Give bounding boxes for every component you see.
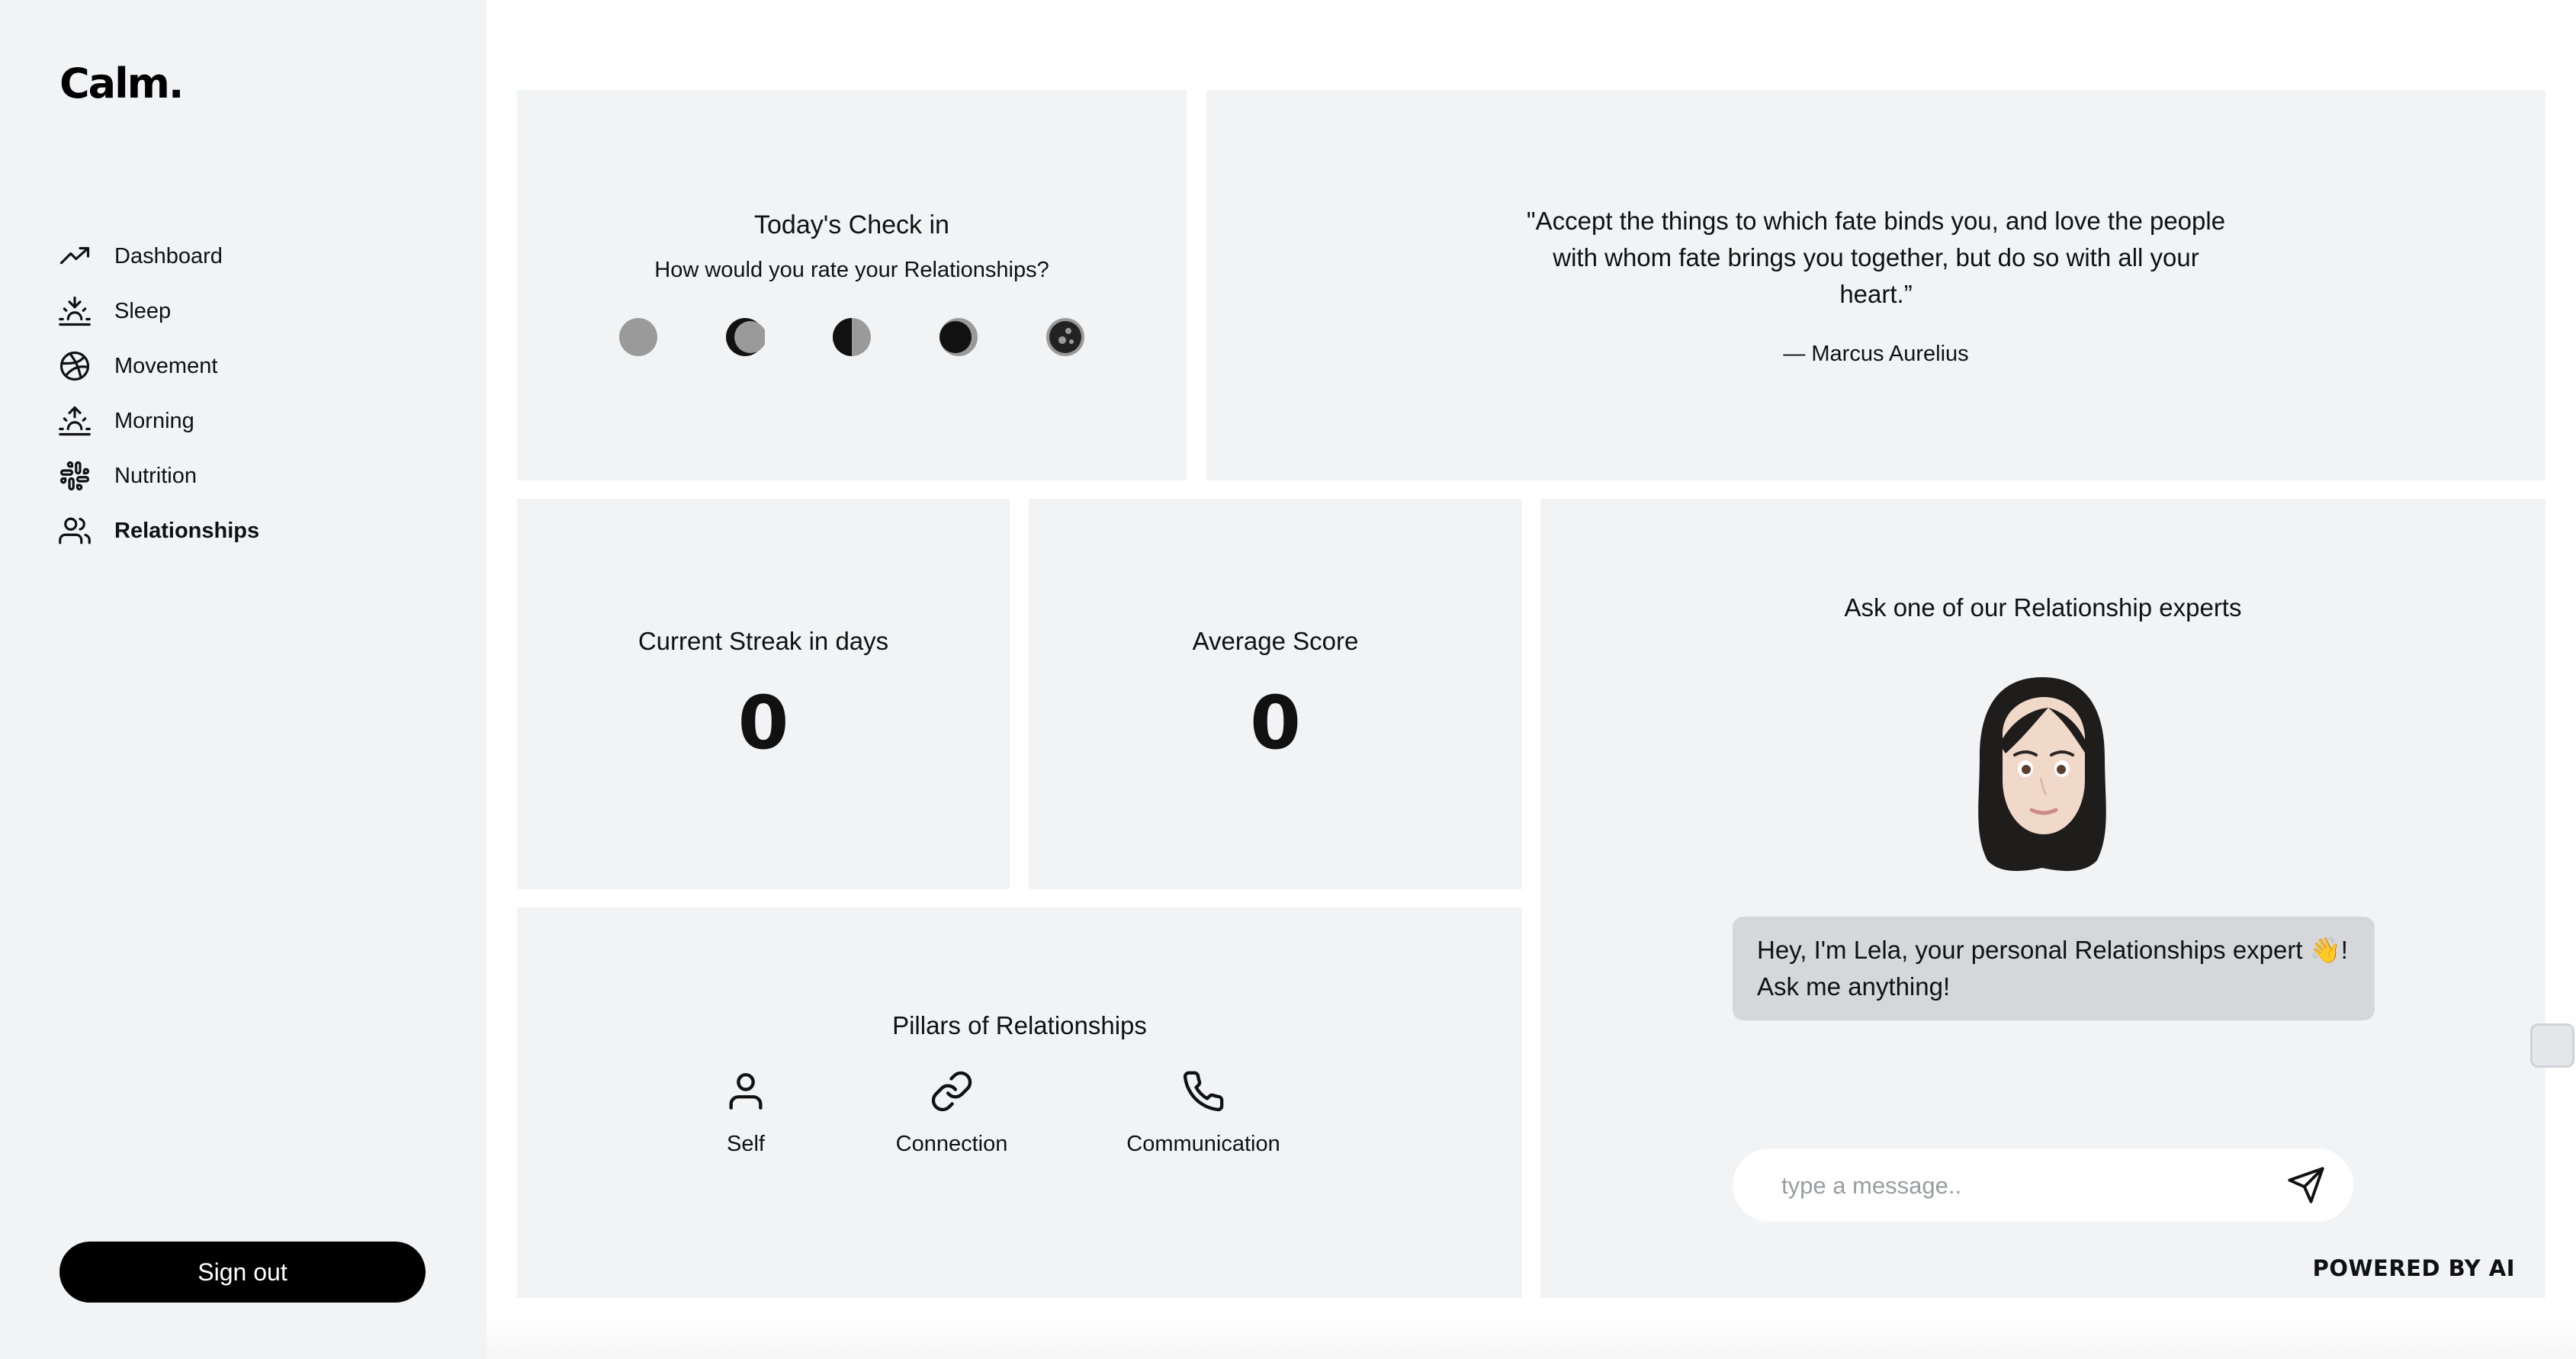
message-input[interactable]	[1780, 1165, 2240, 1206]
pillars-title: Pillars of Relationships	[892, 1011, 1147, 1039]
powered-by-label: POWERED BY AI	[2312, 1255, 2515, 1281]
sidebar-nav: Dashboard Sleep Movement Morning Nutriti…	[58, 229, 259, 558]
user-icon	[729, 1073, 763, 1110]
app-logo[interactable]: Calm.	[59, 59, 184, 108]
basketball-icon	[58, 349, 92, 383]
sidebar-item-label: Nutrition	[114, 463, 197, 488]
sidebar-item-label: Sleep	[114, 298, 172, 323]
waxing-crescent-icon[interactable]	[725, 317, 765, 357]
pillar-self[interactable]: Self	[700, 1069, 792, 1157]
sidebar-item-label: Movement	[114, 353, 218, 378]
checkin-title: Today's Check in	[754, 210, 949, 239]
sidebar-item-nutrition[interactable]: Nutrition	[58, 448, 259, 503]
chat-title: Ask one of our Relationship experts	[1844, 593, 2242, 622]
sidebar-item-movement[interactable]: Movement	[58, 339, 259, 394]
sign-out-button[interactable]: Sign out	[59, 1242, 426, 1303]
quote-author: — Marcus Aurelius	[1783, 342, 1969, 366]
streak-title: Current Streak in days	[638, 627, 889, 655]
slack-icon	[58, 459, 92, 493]
checkin-card: Today's Check in How would you rate your…	[517, 90, 1187, 480]
sidebar-item-morning[interactable]: Morning	[58, 394, 259, 448]
sunrise-icon	[58, 404, 92, 438]
sidebar-item-label: Relationships	[114, 518, 260, 543]
link-icon	[931, 1071, 972, 1112]
checkin-question: How would you rate your Relationships?	[654, 258, 1049, 282]
sidebar-item-label: Dashboard	[114, 243, 223, 268]
trending-up-icon	[58, 239, 92, 273]
expert-message-bubble: Hey, I'm Lela, your personal Relationshi…	[1733, 917, 2375, 1020]
quote-text: "Accept the things to which fate binds y…	[1526, 207, 2226, 308]
rating-options	[517, 317, 1187, 357]
sidebar-item-sleep[interactable]: Sleep	[58, 284, 259, 339]
phone-icon	[1183, 1071, 1224, 1112]
expert-avatar	[1958, 671, 2126, 877]
floating-widget-icon[interactable]	[2530, 1023, 2574, 1068]
half-moon-icon[interactable]	[832, 317, 872, 357]
sidebar-item-relationships[interactable]: Relationships	[58, 503, 259, 558]
pillar-connection[interactable]: Connection	[875, 1069, 1028, 1157]
send-icon[interactable]	[2286, 1165, 2326, 1205]
quote-card: "Accept the things to which fate binds y…	[1206, 90, 2545, 480]
streak-card: Current Streak in days 0	[517, 499, 1010, 889]
pillar-communication[interactable]: Communication	[1119, 1069, 1287, 1157]
pillar-label: Connection	[895, 1132, 1008, 1156]
streak-value: 0	[737, 680, 789, 766]
sidebar-item-dashboard[interactable]: Dashboard	[58, 229, 259, 284]
full-moon-icon[interactable]	[1045, 317, 1085, 357]
expert-chat-card: Ask one of our Relationship experts Hey,…	[1540, 499, 2545, 1298]
average-score-value: 0	[1250, 680, 1301, 766]
pillars-card: Pillars of Relationships Self Connection…	[517, 908, 1522, 1298]
sunset-icon	[58, 294, 92, 328]
pillar-label: Self	[727, 1132, 765, 1156]
footer-shadow	[487, 1312, 2576, 1359]
new-moon-icon[interactable]	[618, 317, 658, 357]
average-score-title: Average Score	[1192, 627, 1359, 655]
waning-gibbous-icon[interactable]	[939, 317, 978, 357]
sidebar: Calm. Dashboard Sleep Movement Morning N…	[0, 0, 487, 1359]
average-score-card: Average Score 0	[1029, 499, 1522, 889]
pillar-label: Communication	[1126, 1132, 1280, 1156]
users-icon	[58, 514, 92, 548]
sidebar-item-label: Morning	[114, 408, 194, 433]
chat-input-bar	[1733, 1149, 2353, 1222]
